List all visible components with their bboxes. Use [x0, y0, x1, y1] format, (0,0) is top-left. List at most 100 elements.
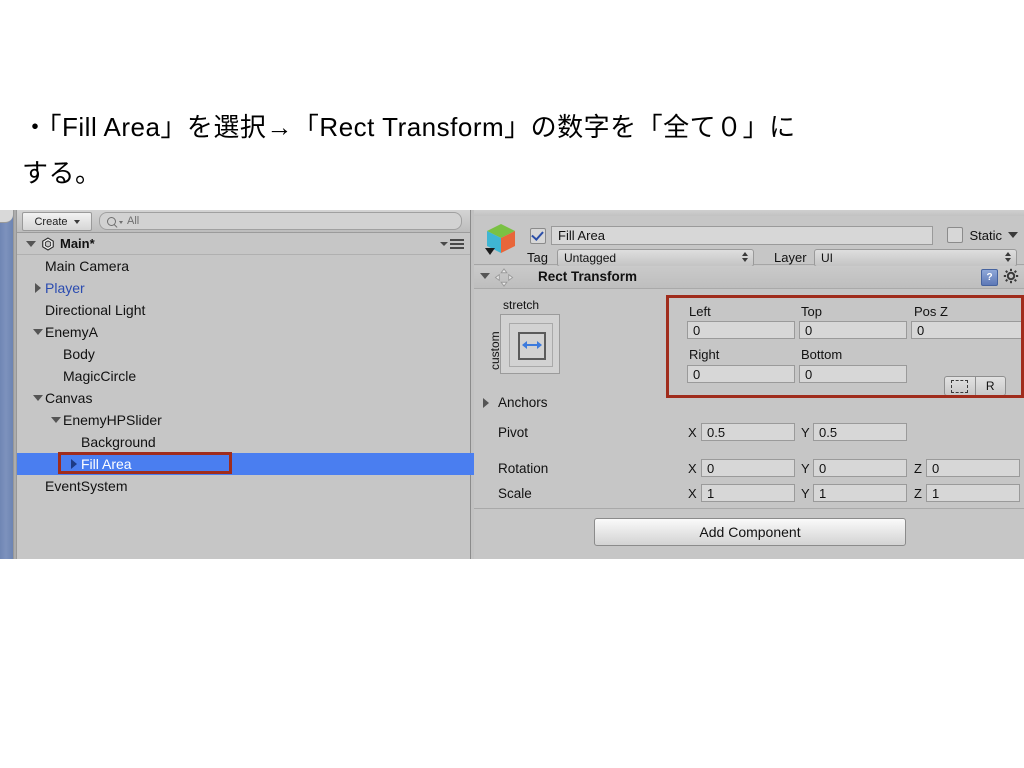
anchors-label: Anchors	[498, 395, 548, 410]
hierarchy-item-directional-light[interactable]: Directional Light	[17, 299, 470, 321]
hierarchy-item-body[interactable]: Body	[17, 343, 470, 365]
gear-icon[interactable]	[1003, 268, 1019, 284]
pivot-x-value: 0.5	[707, 424, 726, 440]
hierarchy-search-input[interactable]: All	[99, 212, 462, 230]
hierarchy-item-main-camera[interactable]: Main Camera	[17, 255, 470, 277]
static-checkbox[interactable]	[947, 227, 964, 243]
caption-line-1-text: 「Fill Area」を選択→「Rect Transform」の数字を「全て０」…	[48, 112, 796, 142]
scene-row[interactable]: Main*	[17, 233, 470, 255]
left-window-edge	[0, 210, 13, 559]
scale-y-axis-label: Y	[801, 486, 810, 501]
chevron-down-icon	[73, 219, 80, 224]
caption-bullet: ・	[22, 112, 49, 142]
pivot-y-axis-label: Y	[801, 425, 810, 440]
pivot-x-field[interactable]: 0.5	[701, 423, 795, 441]
hierarchy-item-label: MagicCircle	[63, 368, 137, 384]
help-icon[interactable]: ?	[981, 269, 998, 286]
hierarchy-panel: Create All Main* Main Camera Player Direct…	[17, 210, 520, 559]
scale-z-value: 1	[932, 485, 940, 501]
rotation-label: Rotation	[498, 461, 549, 476]
tag-value: Untagged	[564, 251, 617, 265]
scale-x-axis-label: X	[688, 486, 697, 501]
scale-y-value: 1	[819, 485, 827, 501]
rotation-x-field[interactable]: 0	[701, 459, 795, 477]
hierarchy-item-magiccircle[interactable]: MagicCircle	[17, 365, 470, 387]
rotation-x-axis-label: X	[688, 461, 697, 476]
triangle-right-icon[interactable]	[31, 283, 45, 293]
slide-caption: ・「Fill Area」を選択→「Rect Transform」の数字を「全て０…	[22, 104, 982, 196]
object-active-checkbox[interactable]	[530, 228, 546, 244]
layer-dropdown[interactable]: UI	[814, 249, 1017, 267]
hierarchy-item-label: EnemyHPSlider	[63, 412, 162, 428]
static-toggle-group[interactable]: Static	[947, 227, 1018, 243]
highlight-box-rect-fields	[666, 295, 1024, 398]
hierarchy-item-canvas[interactable]: Canvas	[17, 387, 470, 409]
stretch-horizontal-arrow-icon	[522, 341, 542, 349]
hierarchy-item-player[interactable]: Player	[17, 277, 470, 299]
hierarchy-item-label: EventSystem	[45, 478, 128, 494]
add-component-button[interactable]: Add Component	[594, 518, 906, 546]
hierarchy-item-label: Background	[81, 434, 156, 450]
caption-line-2: する。	[22, 158, 102, 188]
hierarchy-item-label: Body	[63, 346, 95, 362]
rotation-y-value: 0	[819, 460, 827, 476]
inspector-object-header: Fill Area Static Tag Untagged Layer UI	[474, 216, 1024, 268]
anchor-preset-top-label: stretch	[503, 298, 540, 312]
scene-name-label: Main*	[60, 236, 95, 251]
component-title: Rect Transform	[538, 269, 638, 284]
pivot-y-value: 0.5	[819, 424, 838, 440]
object-name-field[interactable]: Fill Area	[551, 226, 933, 245]
updown-arrows-icon	[742, 252, 748, 262]
unity-logo-icon	[42, 236, 54, 251]
layer-value: UI	[821, 251, 833, 265]
chevron-down-icon[interactable]	[1008, 232, 1018, 238]
tag-dropdown[interactable]: Untagged	[557, 249, 754, 267]
search-icon	[107, 216, 116, 226]
triangle-right-icon[interactable]	[483, 398, 489, 408]
tag-layer-row: Tag Untagged Layer UI	[474, 248, 1024, 268]
rotation-y-axis-label: Y	[801, 461, 810, 476]
scale-label: Scale	[498, 486, 532, 501]
hierarchy-menu-icon[interactable]	[440, 239, 464, 249]
scale-z-axis-label: Z	[914, 486, 922, 501]
rotation-z-axis-label: Z	[914, 461, 922, 476]
static-label: Static	[969, 227, 1002, 243]
inspector-divider	[474, 508, 1024, 509]
pivot-y-field[interactable]: 0.5	[813, 423, 907, 441]
scale-x-field[interactable]: 1	[701, 484, 795, 502]
menu-bars-icon	[450, 239, 464, 249]
rotation-z-field[interactable]: 0	[926, 459, 1020, 477]
triangle-down-icon[interactable]	[26, 240, 36, 247]
scale-z-field[interactable]: 1	[926, 484, 1020, 502]
hierarchy-item-label: Canvas	[45, 390, 93, 406]
create-button-label: Create	[34, 215, 68, 228]
chevron-down-icon	[119, 220, 123, 224]
scale-y-field[interactable]: 1	[813, 484, 907, 502]
triangle-down-icon[interactable]	[31, 329, 45, 335]
hierarchy-item-eventsystem[interactable]: EventSystem	[17, 475, 470, 497]
hierarchy-toolbar: Create All	[17, 210, 470, 233]
rotation-x-value: 0	[707, 460, 715, 476]
hierarchy-item-enemya[interactable]: EnemyA	[17, 321, 470, 343]
hierarchy-item-label: Main Camera	[45, 258, 130, 274]
create-button[interactable]: Create	[22, 212, 92, 231]
hierarchy-item-background[interactable]: Background	[17, 431, 470, 453]
anchor-preset-button[interactable]	[500, 314, 560, 374]
hierarchy-item-label: EnemyA	[45, 324, 98, 340]
chevron-down-icon	[440, 242, 448, 246]
hierarchy-item-enemyhpslider[interactable]: EnemyHPSlider	[17, 409, 470, 431]
pivot-label: Pivot	[498, 425, 529, 440]
triangle-down-icon[interactable]	[49, 417, 63, 423]
rotation-y-field[interactable]: 0	[813, 459, 907, 477]
caption-line-1: ・「Fill Area」を選択→「Rect Transform」の数字を「全て０…	[22, 104, 982, 150]
search-input-value: All	[127, 215, 140, 227]
layer-label: Layer	[774, 250, 807, 265]
rect-transform-header[interactable]: Rect Transform ?	[474, 266, 1024, 289]
triangle-down-icon[interactable]	[31, 395, 45, 401]
anchor-preset-inner-frame	[518, 332, 546, 360]
rotation-z-value: 0	[932, 460, 940, 476]
scale-x-value: 1	[707, 485, 715, 501]
pivot-x-axis-label: X	[688, 425, 697, 440]
unity-editor-screenshot: Create All Main* Main Camera Player Direct…	[0, 210, 1024, 559]
triangle-down-icon[interactable]	[480, 273, 490, 279]
